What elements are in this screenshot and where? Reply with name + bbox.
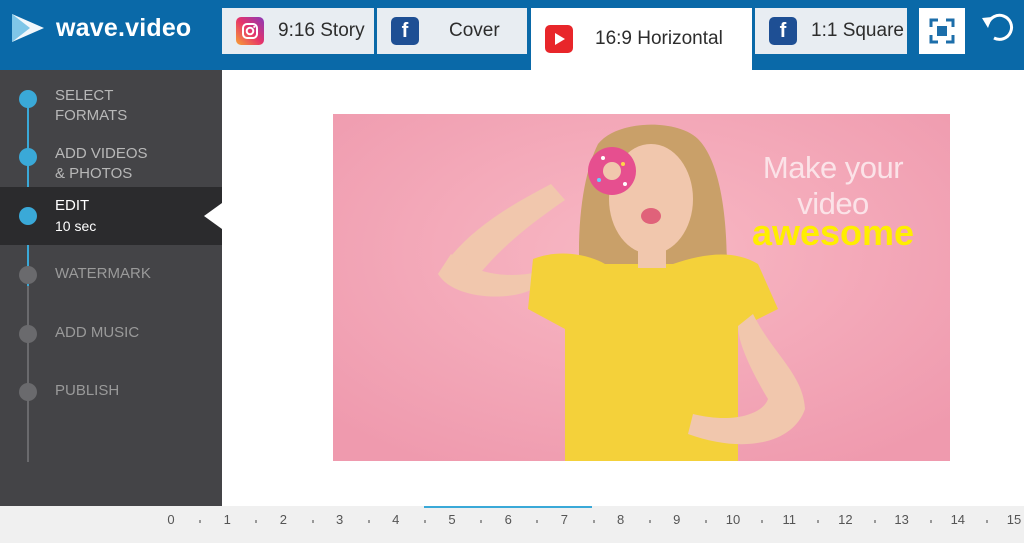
tab-label: 16:9 Horizontal	[595, 28, 723, 49]
timeline-tick: 12	[838, 512, 853, 527]
step-dot	[19, 325, 37, 343]
step-duration: 10 sec	[55, 218, 97, 234]
facebook-icon: f	[769, 17, 797, 45]
step-watermark[interactable]: WATERMARK	[0, 254, 222, 304]
fullscreen-icon	[929, 18, 955, 44]
step-label: FORMATS	[55, 107, 128, 124]
undo-icon	[982, 13, 1014, 41]
timeline-tick: 3	[335, 512, 344, 527]
tab-horizontal[interactable]: 16:9 Horizontal	[531, 8, 752, 70]
caption-line-2[interactable]: awesome	[733, 212, 933, 254]
timeline-minor-tick	[255, 520, 258, 523]
timeline-minor-tick	[592, 520, 595, 523]
step-edit[interactable]: EDIT 10 sec	[0, 187, 222, 245]
timeline-minor-tick	[704, 520, 707, 523]
step-add-music[interactable]: ADD MUSIC	[0, 313, 222, 363]
undo-button[interactable]	[978, 8, 1018, 48]
timeline-minor-tick	[480, 520, 483, 523]
tab-label: 1:1 Square	[811, 20, 904, 41]
timeline-tick: 14	[950, 512, 966, 527]
timeline-tick: 13	[894, 512, 909, 527]
step-label: EDIT	[55, 197, 90, 214]
step-add-media[interactable]: ADD VIDEOS & PHOTOS	[0, 136, 222, 194]
timeline-minor-tick	[199, 520, 202, 523]
step-label: WATERMARK	[55, 265, 151, 282]
fullscreen-button[interactable]	[919, 8, 965, 54]
step-label: ADD MUSIC	[55, 324, 140, 341]
current-step-pointer	[204, 203, 222, 229]
tab-cover[interactable]: f Cover	[377, 8, 527, 54]
step-label: & PHOTOS	[55, 165, 133, 182]
timeline-minor-tick	[761, 520, 764, 523]
facebook-icon: f	[391, 17, 419, 45]
app-logo[interactable]: wave.video	[10, 8, 191, 48]
play-logo-icon	[12, 14, 44, 42]
timeline-ruler[interactable]: 0 1 2 3 4 5 6 7 8 9 10 11 12 13 14 15	[0, 506, 1024, 543]
timeline-tick: 7	[560, 512, 569, 527]
timeline-tick: 1	[223, 512, 231, 527]
steps-sidebar: SELECT FORMATS ADD VIDEOS & PHOTOS EDIT …	[0, 70, 222, 506]
timeline-tick: 8	[616, 512, 625, 527]
timeline-minor-tick	[817, 520, 820, 523]
timeline-tick: 5	[448, 512, 456, 527]
tab-story[interactable]: 9:16 Story	[222, 8, 374, 54]
timeline-tick: 9	[673, 512, 681, 527]
step-label: ADD VIDEOS	[55, 145, 148, 162]
step-select-formats[interactable]: SELECT FORMATS	[0, 78, 222, 136]
timeline-selection[interactable]	[424, 506, 592, 508]
timeline-tick: 6	[504, 512, 512, 527]
timeline-tick: 4	[392, 512, 400, 527]
logo-text: wave.video	[56, 13, 192, 42]
step-dot	[19, 90, 37, 108]
timeline-minor-tick	[423, 520, 426, 523]
timeline-minor-tick	[367, 520, 370, 523]
timeline-minor-tick	[873, 520, 876, 523]
timeline-minor-tick	[311, 520, 314, 523]
video-canvas[interactable]: Make your video awesome	[333, 114, 950, 461]
timeline-tick: 11	[782, 512, 796, 527]
step-dot	[19, 266, 37, 284]
timeline-tick: 15	[1006, 512, 1022, 527]
timeline-minor-tick	[985, 520, 988, 523]
timeline-tick: 0	[167, 512, 175, 527]
instagram-icon	[236, 17, 264, 45]
step-dot	[19, 148, 37, 166]
tab-square[interactable]: f 1:1 Square	[755, 8, 907, 54]
step-dot	[19, 383, 37, 401]
step-publish[interactable]: PUBLISH	[0, 371, 222, 421]
step-label: SELECT	[55, 87, 114, 104]
timeline-tick: 2	[279, 512, 288, 527]
tab-label: 9:16 Story	[278, 20, 365, 41]
step-dot	[19, 207, 37, 225]
top-bar: wave.video 9:16 Story f Cover 16:9 Horiz…	[0, 0, 1024, 70]
youtube-icon	[545, 25, 573, 53]
timeline-tick: 10	[725, 512, 741, 527]
timeline-minor-tick	[929, 520, 932, 523]
timeline-minor-tick	[648, 520, 651, 523]
step-label: PUBLISH	[55, 382, 120, 399]
timeline-minor-tick	[536, 520, 539, 523]
tab-label: Cover	[449, 20, 500, 41]
